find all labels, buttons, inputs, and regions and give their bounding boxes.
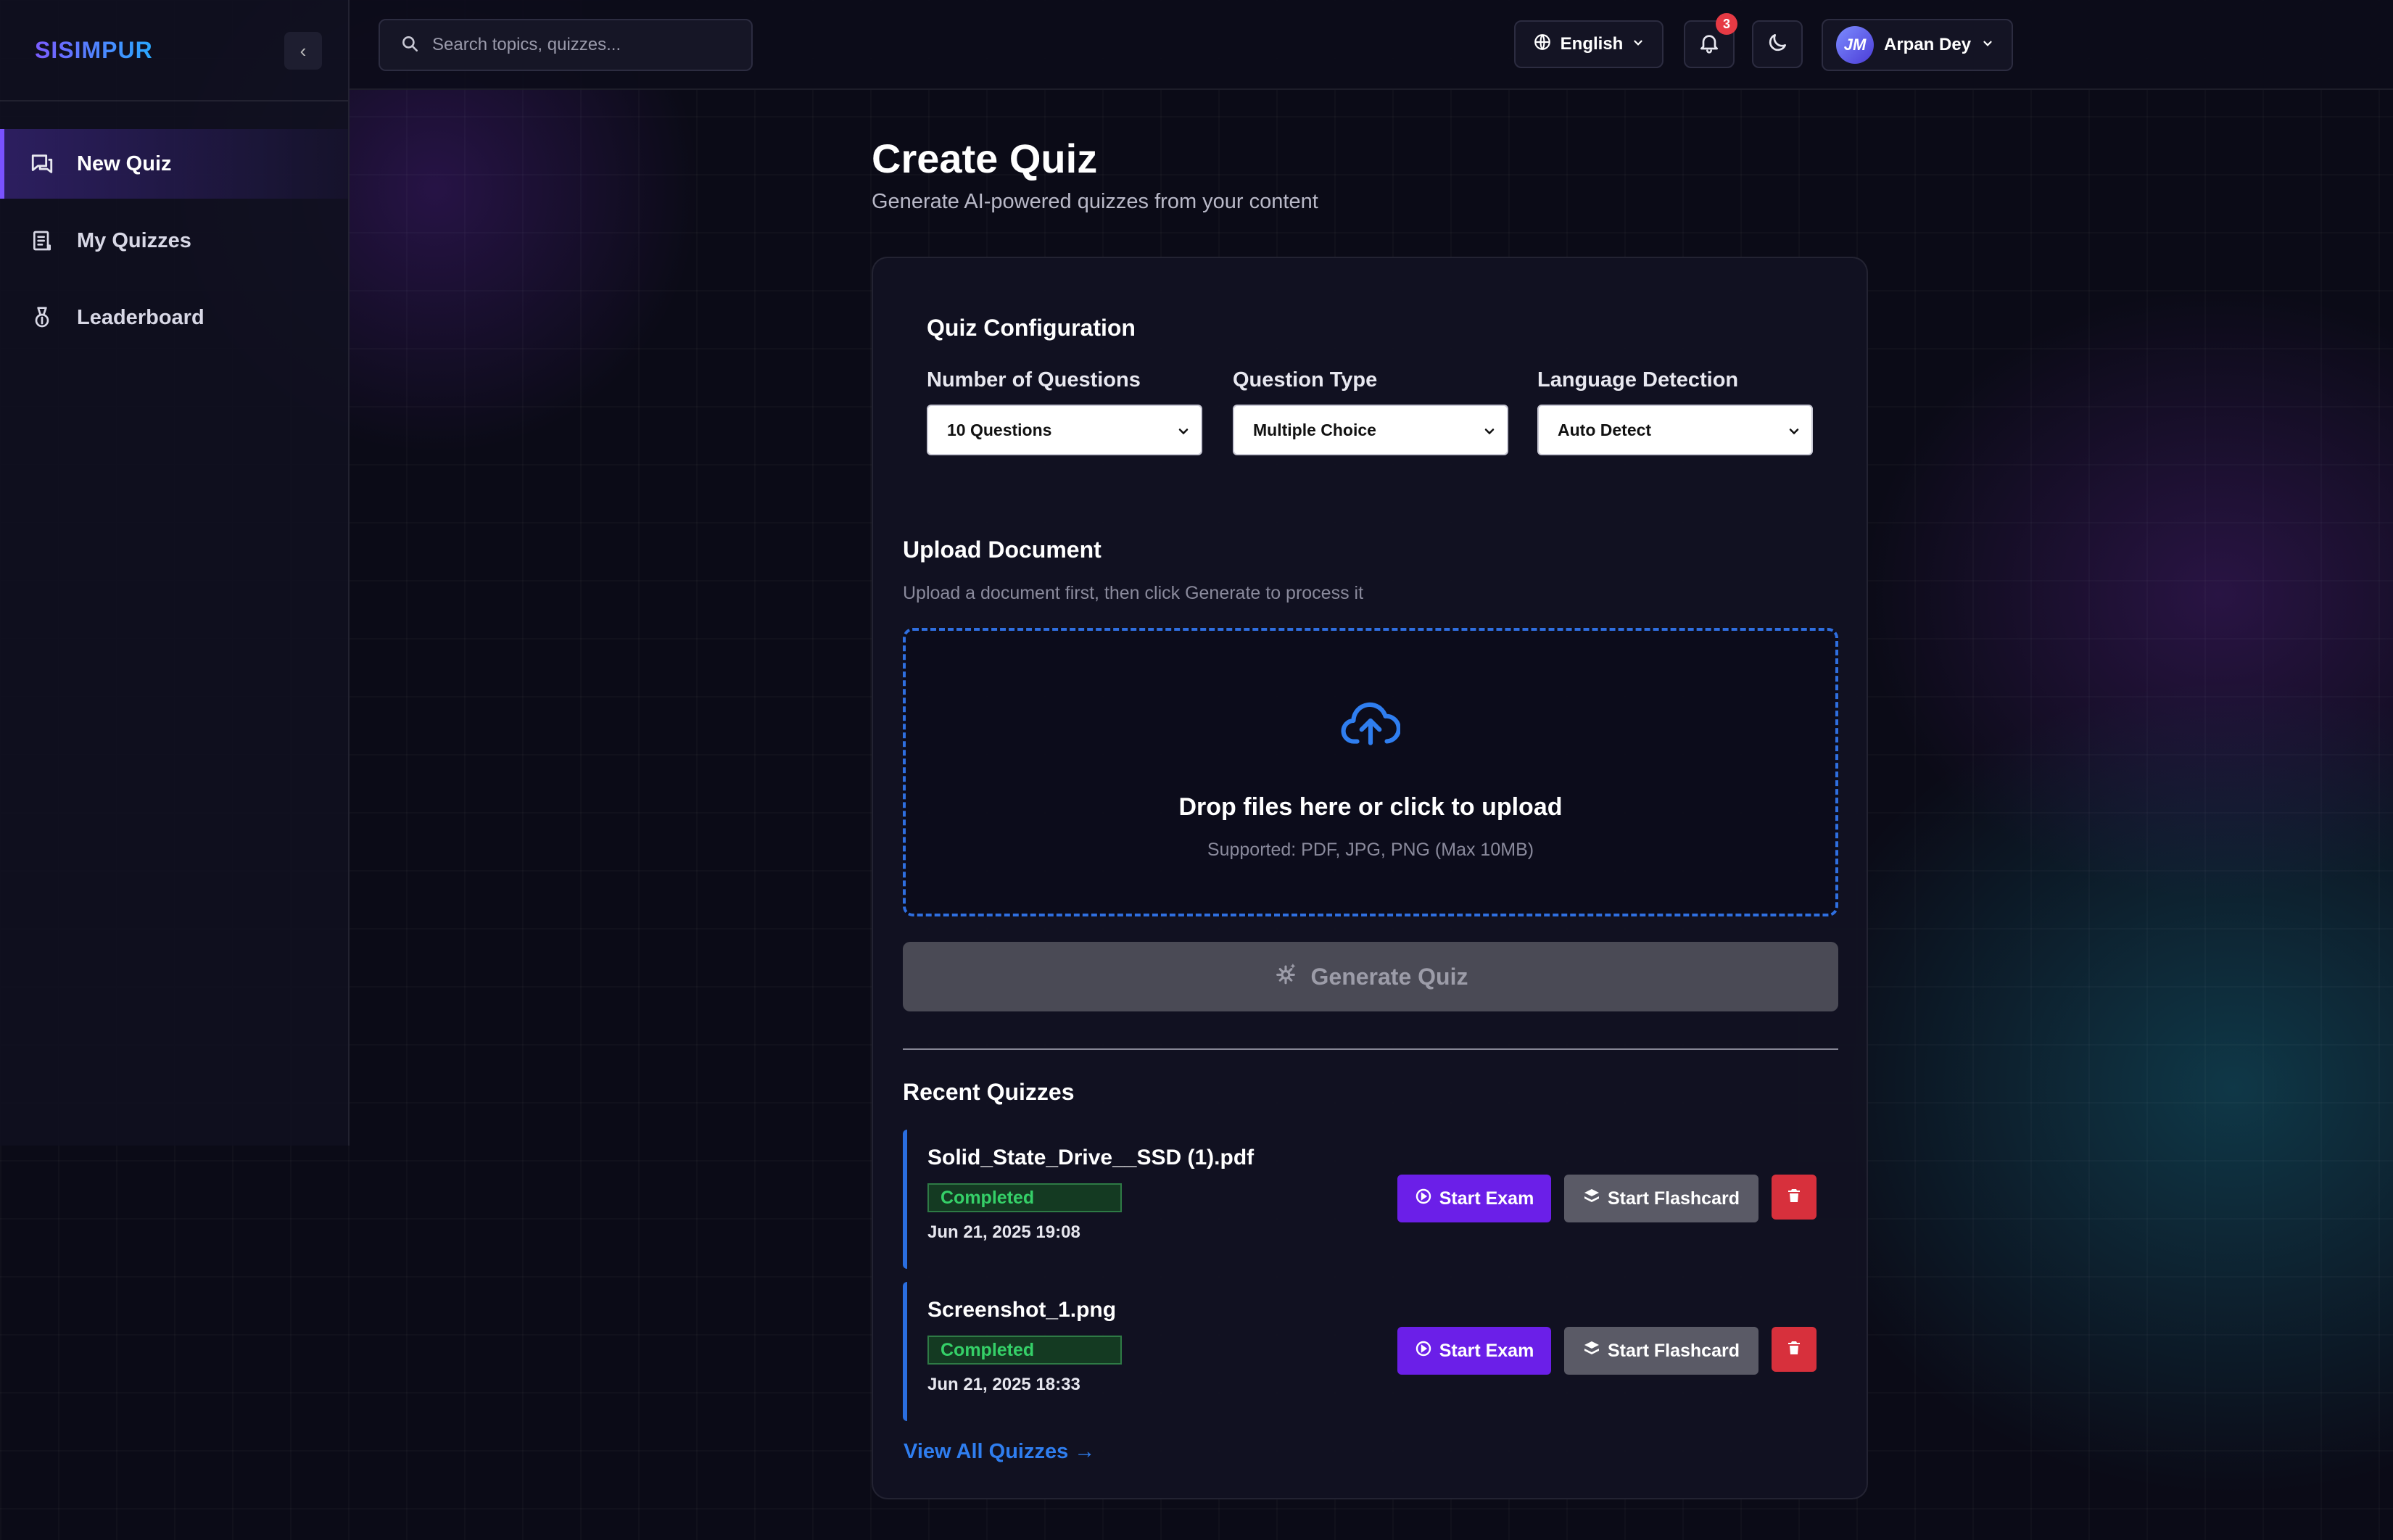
topbar bbox=[350, 0, 2393, 90]
quiz-name[interactable]: Solid_State_Drive__SSD (1).pdf bbox=[927, 1146, 1254, 1170]
list-item: Screenshot_1.png Completed Jun 21, 2025 … bbox=[903, 1282, 1817, 1421]
theme-toggle-button[interactable] bbox=[1752, 20, 1803, 68]
chevron-down-icon bbox=[1176, 423, 1191, 443]
brand-header: SISIMPUR ‹ bbox=[0, 0, 348, 102]
sidebar-collapse-button[interactable]: ‹ bbox=[284, 32, 322, 70]
sidebar-nav: New Quiz My Quizzes Leaderboard bbox=[0, 102, 348, 352]
page-subtitle: Generate AI-powered quizzes from your co… bbox=[872, 190, 1318, 213]
page-title: Create Quiz bbox=[872, 136, 1098, 181]
layers-icon bbox=[1583, 1188, 1600, 1210]
cloud-upload-icon bbox=[1341, 697, 1401, 753]
status-badge: Completed bbox=[927, 1336, 1122, 1365]
section-divider bbox=[903, 1048, 1838, 1050]
new-quiz-icon bbox=[29, 151, 55, 177]
sidebar-item-leaderboard[interactable]: Leaderboard bbox=[0, 283, 348, 352]
sidebar-item-label: New Quiz bbox=[77, 152, 172, 175]
number-of-questions-select[interactable]: 10 Questions bbox=[927, 405, 1202, 455]
sidebar-item-new-quiz[interactable]: New Quiz bbox=[0, 129, 348, 199]
view-all-quizzes-link[interactable]: View All Quizzes → bbox=[904, 1440, 1095, 1464]
recent-quizzes-title: Recent Quizzes bbox=[903, 1079, 1075, 1105]
quiz-name[interactable]: Screenshot_1.png bbox=[927, 1298, 1116, 1322]
question-type-label: Question Type bbox=[1233, 368, 1378, 392]
document-list-icon bbox=[29, 228, 55, 254]
layers-icon bbox=[1583, 1340, 1600, 1362]
start-flashcard-label: Start Flashcard bbox=[1607, 1340, 1740, 1361]
file-dropzone[interactable]: Drop files here or click to upload Suppo… bbox=[903, 628, 1838, 916]
start-flashcard-button[interactable]: Start Flashcard bbox=[1564, 1327, 1758, 1375]
question-type-select[interactable]: Multiple Choice bbox=[1233, 405, 1508, 455]
avatar: JM bbox=[1836, 26, 1874, 64]
play-circle-icon bbox=[1415, 1188, 1432, 1210]
trash-icon bbox=[1785, 1339, 1803, 1360]
search-input[interactable] bbox=[432, 35, 737, 55]
notification-badge: 3 bbox=[1716, 13, 1737, 35]
play-circle-icon bbox=[1415, 1340, 1432, 1362]
sidebar-item-my-quizzes[interactable]: My Quizzes bbox=[0, 206, 348, 276]
start-exam-button[interactable]: Start Exam bbox=[1397, 1327, 1551, 1375]
status-badge: Completed bbox=[927, 1183, 1122, 1212]
search-icon bbox=[400, 34, 419, 57]
globe-icon bbox=[1533, 33, 1552, 57]
start-exam-label: Start Exam bbox=[1439, 1340, 1534, 1361]
select-value: Multiple Choice bbox=[1253, 420, 1376, 439]
user-menu-button[interactable]: JM Arpan Dey bbox=[1822, 19, 2013, 71]
brand-logo[interactable]: SISIMPUR bbox=[35, 37, 153, 64]
list-item: Solid_State_Drive__SSD (1).pdf Completed… bbox=[903, 1130, 1817, 1269]
sidebar-item-label: My Quizzes bbox=[77, 228, 191, 252]
upload-document-title: Upload Document bbox=[903, 537, 1102, 563]
medal-icon bbox=[29, 305, 55, 331]
search-box[interactable] bbox=[379, 19, 753, 71]
upload-hint: Upload a document first, then click Gene… bbox=[903, 583, 1364, 603]
chevron-down-icon bbox=[1482, 423, 1497, 443]
language-detection-label: Language Detection bbox=[1537, 368, 1739, 392]
bell-icon bbox=[1698, 31, 1721, 58]
start-flashcard-label: Start Flashcard bbox=[1607, 1188, 1740, 1209]
generate-quiz-button[interactable]: Generate Quiz bbox=[903, 942, 1838, 1011]
chevron-down-icon bbox=[1787, 423, 1801, 443]
sidebar-item-label: Leaderboard bbox=[77, 305, 204, 329]
quiz-date: Jun 21, 2025 18:33 bbox=[927, 1375, 1080, 1394]
dropzone-supported-formats: Supported: PDF, JPG, PNG (Max 10MB) bbox=[1207, 840, 1534, 860]
language-selector[interactable]: English bbox=[1514, 20, 1663, 68]
delete-quiz-button[interactable] bbox=[1772, 1175, 1817, 1220]
dropzone-title: Drop files here or click to upload bbox=[1178, 793, 1563, 821]
chevron-down-icon bbox=[1632, 34, 1645, 54]
quiz-config-title: Quiz Configuration bbox=[927, 315, 1136, 341]
chevron-down-icon bbox=[1981, 35, 1994, 55]
delete-quiz-button[interactable] bbox=[1772, 1327, 1817, 1372]
quiz-date: Jun 21, 2025 19:08 bbox=[927, 1222, 1080, 1242]
sparkle-gear-icon bbox=[1273, 961, 1298, 992]
select-value: Auto Detect bbox=[1558, 420, 1652, 439]
chevron-left-icon: ‹ bbox=[299, 39, 307, 62]
start-flashcard-button[interactable]: Start Flashcard bbox=[1564, 1175, 1758, 1222]
language-detection-select[interactable]: Auto Detect bbox=[1537, 405, 1813, 455]
moon-icon bbox=[1766, 31, 1789, 58]
language-label: English bbox=[1560, 34, 1624, 54]
start-exam-label: Start Exam bbox=[1439, 1188, 1534, 1209]
trash-icon bbox=[1785, 1187, 1803, 1208]
generate-quiz-label: Generate Quiz bbox=[1310, 963, 1468, 990]
select-value: 10 Questions bbox=[947, 420, 1052, 439]
user-name: Arpan Dey bbox=[1884, 35, 1972, 54]
start-exam-button[interactable]: Start Exam bbox=[1397, 1175, 1551, 1222]
number-of-questions-label: Number of Questions bbox=[927, 368, 1141, 392]
sidebar: SISIMPUR ‹ New Quiz My Quizzes Leaderboa… bbox=[0, 0, 350, 1146]
